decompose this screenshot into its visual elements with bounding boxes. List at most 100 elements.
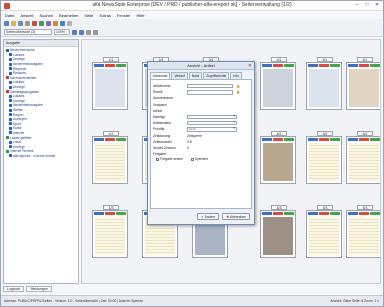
page-thumbnail[interactable]: 1/1: [92, 57, 128, 110]
open-icon[interactable]: [11, 21, 16, 26]
tab-meldungen[interactable]: Meldungen: [26, 286, 52, 292]
page-thumbnail[interactable]: 6/3: [346, 205, 380, 258]
close-button[interactable]: ✕: [373, 2, 381, 8]
field-label: Rubrik: [153, 90, 163, 95]
status-select[interactable]: [187, 120, 237, 126]
print-icon[interactable]: [25, 21, 30, 26]
cancel-icon: ✖: [226, 214, 230, 219]
page-number: 1/3: [103, 205, 119, 210]
status-bar: [348, 64, 380, 67]
section-icon: [6, 90, 9, 94]
page-thumbnail[interactable]: 1/3: [92, 205, 128, 258]
tree-item[interactable]: alfa Agentur - externe Inhalte: [6, 154, 78, 159]
line-count-value: 0.8: [187, 139, 192, 144]
page-number: 5/1: [317, 57, 333, 62]
page-number: 6/1: [357, 57, 373, 62]
menu-seite[interactable]: Seite: [84, 13, 93, 18]
bottom-tabs: Logbuch Meldungen: [3, 286, 52, 292]
page-thumbnail[interactable]: 5/3: [306, 205, 342, 258]
dialog-titlebar: Ansicht - Artikel ✕: [148, 62, 254, 70]
tab-merkmale[interactable]: Merkmale: [150, 72, 171, 79]
lock-icon: 🔒: [236, 90, 241, 95]
zoom-out-icon[interactable]: [93, 29, 98, 35]
tab-logbuch[interactable]: Logbuch: [3, 286, 25, 292]
status-bar: [308, 138, 340, 141]
page-number: 4/2: [271, 131, 287, 136]
close-icon[interactable]: ✕: [248, 62, 252, 70]
maximize-button[interactable]: □: [363, 2, 371, 8]
rubric-input[interactable]: [187, 90, 233, 95]
page-number: 5/3: [317, 205, 333, 210]
page-icon: [9, 154, 12, 158]
page-preview: [349, 69, 379, 107]
menu-fenster[interactable]: Fenster: [117, 13, 131, 18]
form-row: Anzahl Zeichen 0: [153, 145, 249, 151]
page-thumbnail[interactable]: 5/2: [306, 131, 342, 184]
page-thumbnail[interactable]: 4/1: [260, 57, 296, 110]
issue-select[interactable]: Seitenübersicht (3): [4, 29, 52, 35]
main-toolbar: [1, 19, 383, 28]
view-toolbar: Seitenübersicht (3) 100%: [1, 28, 383, 37]
priority-select[interactable]: hoch: [187, 127, 237, 132]
dialog-title: Ansicht - Artikel: [187, 63, 215, 68]
menu-datei[interactable]: Datei: [5, 13, 14, 18]
zoom-select[interactable]: 100%: [54, 29, 70, 35]
menu-ansicht[interactable]: Ansicht: [20, 13, 33, 18]
page-preview: [309, 217, 339, 255]
grid-view-icon[interactable]: [72, 29, 77, 35]
page-thumbnail[interactable]: 6/2: [346, 131, 380, 184]
app-window: alfa NewsSuite Enterprise [DEV / PRD / p…: [0, 0, 384, 307]
filetype-select[interactable]: [187, 114, 237, 120]
field-label: Dateityp: [153, 115, 166, 120]
field-label: Vorspann: [153, 102, 167, 107]
window-controls: – □ ✕: [353, 2, 381, 8]
page-icon: [9, 94, 12, 98]
tab-info[interactable]: Info: [230, 72, 242, 79]
page-preview: [349, 143, 379, 181]
release-options: Freigabe setzen Sperrtext: [153, 157, 249, 161]
menu-hilfe[interactable]: Hilfe: [136, 13, 144, 18]
issue-tree-panel: Ausgabe Niederrheinische Lokales Anzeige…: [3, 39, 79, 284]
folder-icon[interactable]: [53, 21, 58, 26]
page-thumbnail[interactable]: 4/3: [260, 205, 296, 258]
page-thumbnail[interactable]: 1/2: [92, 131, 128, 184]
lock-icon: 🔒: [236, 84, 241, 89]
section-icon: [6, 76, 9, 80]
page-preview: [263, 143, 293, 181]
settings-icon[interactable]: [67, 21, 72, 26]
page-icon: [9, 99, 12, 103]
cancel-button[interactable]: ✖ Abbrechen: [222, 213, 250, 220]
page-thumbnail[interactable]: 6/1: [346, 57, 380, 110]
status-bar: [262, 138, 294, 141]
status-bar: [348, 212, 380, 215]
page-thumbnail[interactable]: 4/2: [260, 131, 296, 184]
refresh-icon[interactable]: [39, 21, 44, 26]
page-thumbnail[interactable]: 5/1: [306, 57, 342, 110]
field-label: Artikelstatus: [153, 121, 171, 126]
article-properties-dialog: Ansicht - Artikel ✕ Merkmale Verlauf Not…: [147, 61, 255, 225]
properties-icon[interactable]: [46, 21, 51, 26]
article-name-input[interactable]: [187, 83, 233, 89]
apply-button[interactable]: ✔ Ändern: [196, 213, 220, 220]
new-icon[interactable]: [4, 21, 9, 26]
tab-verlauf[interactable]: Verlauf: [171, 72, 188, 79]
zoom-in-icon[interactable]: [86, 29, 91, 35]
release-checkbox[interactable]: Freigabe setzen: [156, 157, 183, 161]
page-icon: [9, 113, 12, 117]
save-icon[interactable]: [18, 21, 23, 26]
export-icon[interactable]: [60, 21, 65, 26]
menu-suchen[interactable]: Suchen: [39, 13, 53, 18]
dialog-buttons: ✔ Ändern ✖ Abbrechen: [196, 213, 250, 220]
status-bar: [308, 64, 340, 67]
tab-zugriffsrechte[interactable]: Zugriffsrechte: [203, 72, 230, 79]
tab-notiz[interactable]: Notiz: [188, 72, 203, 79]
page-preview: [95, 69, 125, 107]
section-icon: [6, 48, 9, 52]
delete-icon[interactable]: [32, 21, 37, 26]
page-number: 1/2: [103, 131, 119, 136]
menu-bearbeiten[interactable]: Bearbeiten: [59, 13, 78, 18]
lock-text-checkbox[interactable]: Sperrtext: [190, 157, 208, 161]
minimize-button[interactable]: –: [353, 2, 361, 8]
menu-extras[interactable]: Extras: [100, 13, 111, 18]
list-view-icon[interactable]: [79, 29, 84, 35]
